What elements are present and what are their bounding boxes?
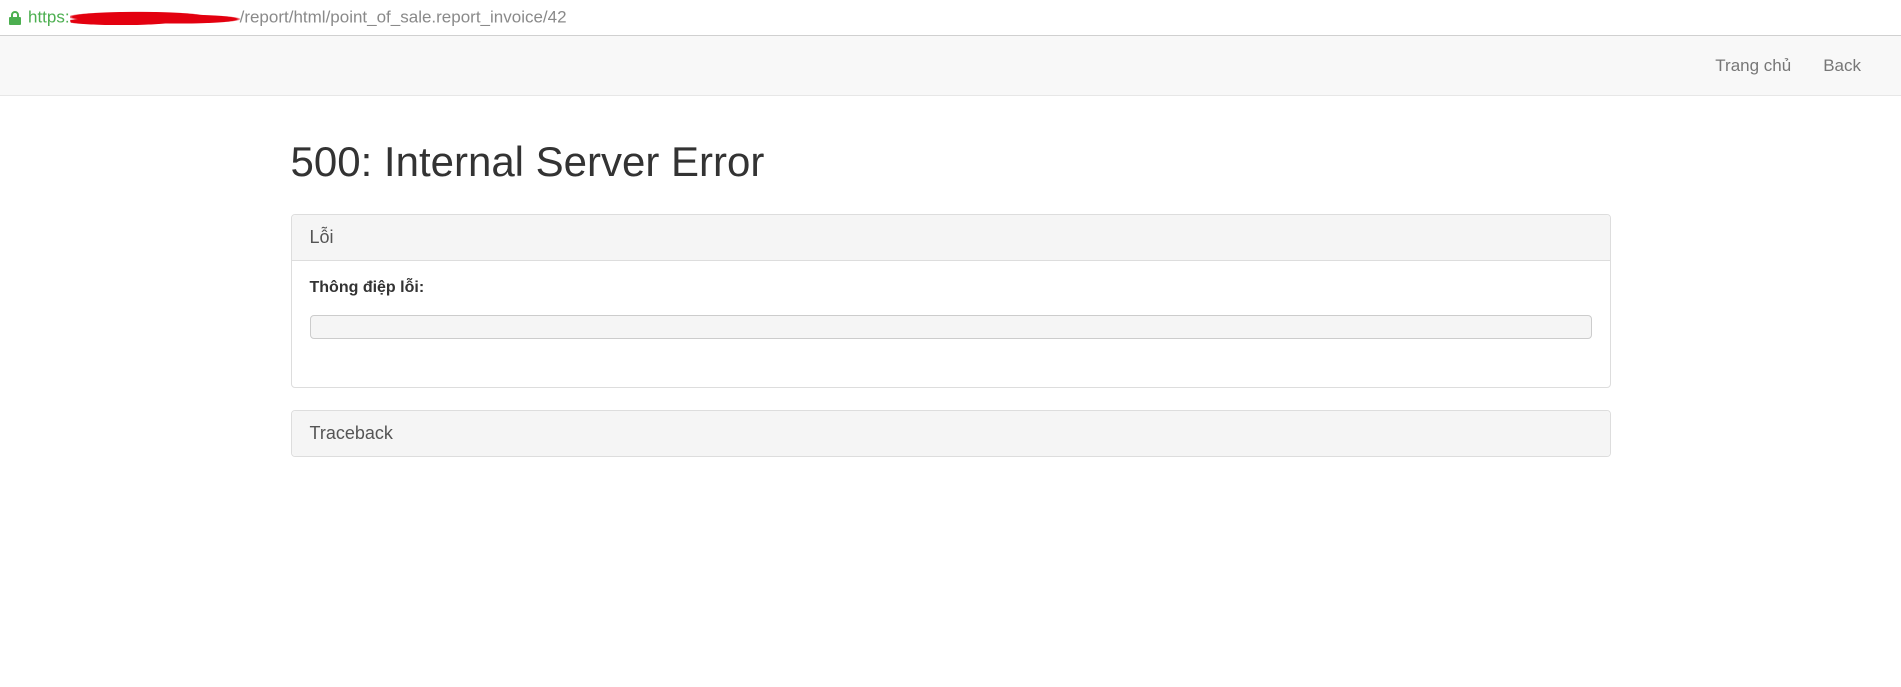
nav-home-link[interactable]: Trang chủ — [1715, 56, 1791, 76]
error-message-label: Thông điệp lỗi: — [310, 279, 1592, 297]
url-display[interactable]: https:/report/html/point_of_sale.report_… — [28, 7, 567, 29]
traceback-panel: Traceback — [291, 410, 1611, 457]
url-redacted-host — [70, 7, 240, 29]
error-message-box — [310, 315, 1592, 339]
error-panel: Lỗi Thông điệp lỗi: — [291, 214, 1611, 388]
traceback-panel-heading[interactable]: Traceback — [292, 411, 1610, 456]
lock-icon — [8, 10, 22, 26]
url-protocol: https — [28, 7, 65, 26]
url-path: /report/html/point_of_sale.report_invoic… — [240, 7, 567, 26]
page-title: 500: Internal Server Error — [291, 138, 1611, 186]
main-container: 500: Internal Server Error Lỗi Thông điệ… — [251, 96, 1651, 457]
top-nav: Trang chủ Back — [0, 36, 1901, 96]
error-panel-body: Thông điệp lỗi: — [292, 261, 1610, 387]
browser-address-bar: https:/report/html/point_of_sale.report_… — [0, 0, 1901, 36]
error-panel-heading[interactable]: Lỗi — [292, 215, 1610, 261]
nav-back-link[interactable]: Back — [1823, 56, 1861, 76]
